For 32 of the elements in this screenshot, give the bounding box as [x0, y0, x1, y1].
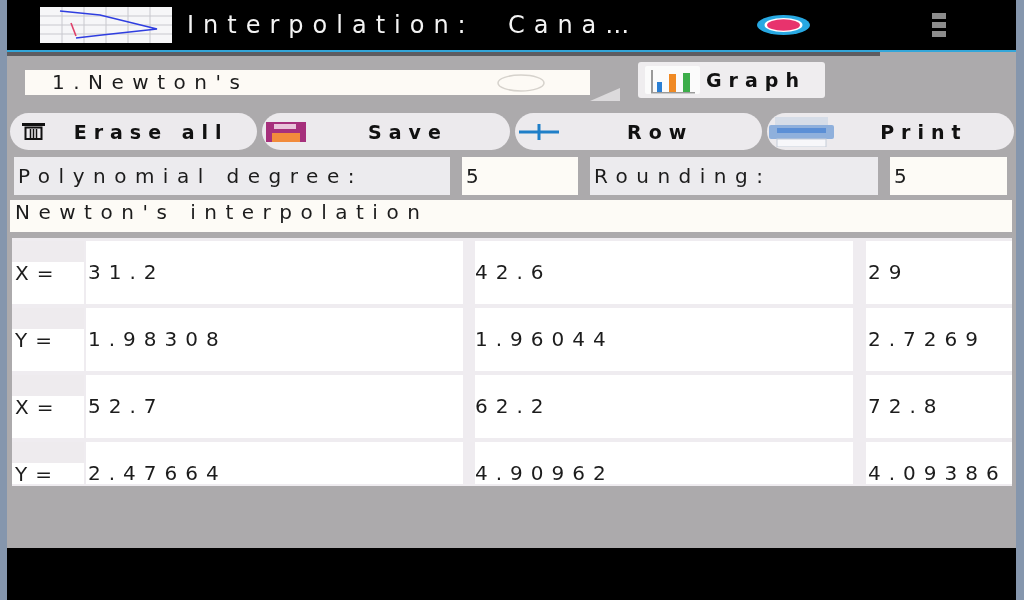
graph-button[interactable]: Graph: [638, 62, 825, 98]
value-input[interactable]: 4.09386: [866, 442, 1012, 484]
circle-icon: [497, 74, 545, 92]
app-title: Interpolation: Cana…: [187, 11, 639, 39]
value-input[interactable]: 29: [866, 241, 1012, 304]
setting-input[interactable]: 5: [890, 157, 1007, 195]
printer-icon: [768, 116, 834, 147]
bar-chart-icon: [645, 66, 700, 94]
more-menu-icon[interactable]: [932, 13, 946, 37]
value-input[interactable]: 52.7: [86, 375, 463, 438]
plus-icon: [518, 123, 559, 140]
add-row-button[interactable]: Row: [514, 113, 762, 150]
setting-label: Rounding:: [590, 157, 878, 195]
trash-icon: [22, 123, 45, 140]
line-chart-icon: [40, 7, 172, 43]
value-input[interactable]: 42.6: [475, 241, 853, 304]
value-input[interactable]: 4.90962: [475, 442, 853, 484]
value-input[interactable]: 62.2: [475, 375, 853, 438]
setting-label: Polynomial degree:: [14, 157, 450, 195]
setting-input[interactable]: 5: [462, 157, 578, 195]
save-button[interactable]: Save: [262, 113, 510, 150]
value-input[interactable]: 1.96044: [475, 308, 853, 371]
ring-icon[interactable]: [757, 15, 810, 35]
print-button[interactable]: Print: [766, 113, 1014, 150]
value-input[interactable]: 72.8: [866, 375, 1012, 438]
value-input[interactable]: 2.7269: [866, 308, 1012, 371]
method-dropdown[interactable]: 1.Newton's: [25, 70, 590, 95]
value-input[interactable]: 1.98308: [86, 308, 463, 371]
value-input[interactable]: 2.47664: [86, 442, 463, 484]
erase-all-button[interactable]: Erase all: [10, 113, 258, 150]
result-field: Newton's interpolation: [10, 200, 1012, 232]
value-input[interactable]: 31.2: [86, 241, 463, 304]
